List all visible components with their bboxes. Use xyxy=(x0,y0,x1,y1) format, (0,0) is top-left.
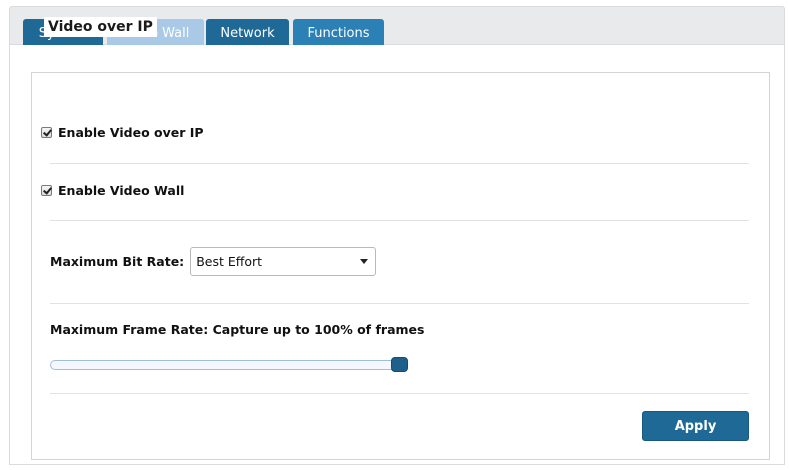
chevron-down-icon xyxy=(360,259,369,264)
enable-video-wall-row: Enable Video Wall xyxy=(41,183,184,198)
divider xyxy=(50,303,749,304)
max-frame-rate-row: Maximum Frame Rate: Capture up to 100% o… xyxy=(50,322,424,337)
divider xyxy=(50,163,749,164)
frame-rate-slider-track[interactable] xyxy=(50,360,402,370)
enable-video-wall-checkbox[interactable] xyxy=(41,185,52,196)
enable-video-over-ip-row: Enable Video over IP xyxy=(41,125,204,140)
section-legend: Video over IP xyxy=(44,17,157,37)
enable-video-wall-label: Enable Video Wall xyxy=(58,183,185,198)
divider xyxy=(50,220,749,221)
max-bit-rate-value: Best Effort xyxy=(196,254,263,269)
max-bit-rate-label: Maximum Bit Rate: xyxy=(50,254,185,269)
max-bit-rate-select[interactable]: Best Effort xyxy=(190,247,377,276)
frame-rate-slider-handle[interactable] xyxy=(391,357,408,372)
max-bit-rate-row: Maximum Bit Rate: Best Effort xyxy=(50,247,377,276)
enable-video-over-ip-label: Enable Video over IP xyxy=(58,125,204,140)
divider xyxy=(50,393,749,394)
video-wall-settings-page: System Video Wall Network Functions Vide… xyxy=(0,0,789,471)
apply-button[interactable]: Apply xyxy=(642,411,749,441)
max-frame-rate-label: Maximum Frame Rate: Capture up to 100% o… xyxy=(50,322,425,337)
enable-video-over-ip-checkbox[interactable] xyxy=(41,127,52,138)
